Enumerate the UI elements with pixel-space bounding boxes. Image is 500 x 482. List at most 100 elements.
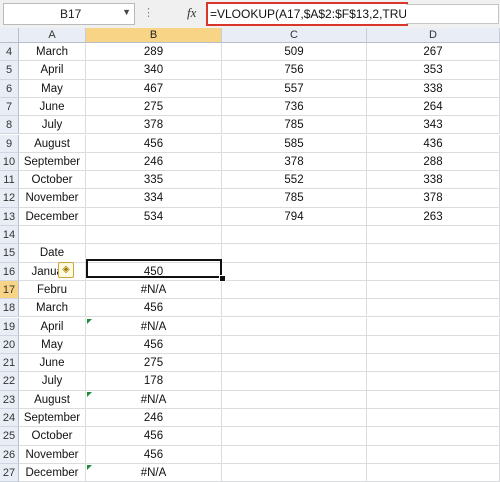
row-header-9[interactable]: 9	[0, 134, 19, 153]
row-header-6[interactable]: 6	[0, 79, 19, 98]
cell-b7[interactable]: 275	[86, 97, 222, 117]
cell-d4[interactable]: 267	[367, 43, 500, 62]
cell-a13[interactable]: December	[19, 207, 86, 226]
cell-a14[interactable]	[19, 226, 86, 245]
fill-handle[interactable]	[219, 275, 226, 282]
cell-c7[interactable]: 736	[222, 97, 367, 117]
cell-c5[interactable]: 756	[222, 61, 367, 80]
cell-c9[interactable]: 585	[222, 134, 367, 153]
cell-b26[interactable]: 456	[86, 445, 222, 464]
cell-a17[interactable]: Febru	[19, 280, 86, 300]
cell-b19[interactable]: #N/A	[86, 317, 222, 336]
cell-d17[interactable]	[367, 280, 500, 300]
cell-b6[interactable]: 467	[86, 79, 222, 98]
row-header-11[interactable]: 11	[0, 171, 19, 190]
cell-c12[interactable]: 785	[222, 189, 367, 208]
cell-a22[interactable]: July	[19, 372, 86, 391]
row-header-15[interactable]: 15	[0, 244, 19, 263]
cell-a6[interactable]: May	[19, 79, 86, 98]
cell-b9[interactable]: 456	[86, 134, 222, 153]
cell-b20[interactable]: 456	[86, 335, 222, 355]
formula-input[interactable]: =VLOOKUP(A17,$A$2:$F$13,2,TRUE)	[206, 2, 408, 26]
cell-c4[interactable]: 509	[222, 43, 367, 62]
cell-d13[interactable]: 263	[367, 207, 500, 226]
cell-d15[interactable]	[367, 244, 500, 263]
cell-d21[interactable]	[367, 354, 500, 373]
cell-d27[interactable]	[367, 463, 500, 482]
cell-d26[interactable]	[367, 445, 500, 464]
cell-d8[interactable]: 343	[367, 116, 500, 135]
cell-c16[interactable]	[222, 262, 367, 281]
cell-c8[interactable]: 785	[222, 116, 367, 135]
cell-b15[interactable]	[86, 244, 222, 263]
cell-a8[interactable]: July	[19, 116, 86, 135]
cell-b18[interactable]: 456	[86, 299, 222, 318]
cell-d9[interactable]: 436	[367, 134, 500, 153]
row-header-5[interactable]: 5	[0, 61, 19, 80]
cell-b22[interactable]: 178	[86, 372, 222, 391]
column-header-d[interactable]: D	[367, 28, 500, 43]
row-header-20[interactable]: 20	[0, 335, 19, 355]
cell-b10[interactable]: 246	[86, 152, 222, 172]
cell-d23[interactable]	[367, 390, 500, 409]
cell-d24[interactable]	[367, 409, 500, 428]
cell-c6[interactable]: 557	[222, 79, 367, 98]
name-box[interactable]: B17 ▼	[3, 3, 135, 25]
cell-d20[interactable]	[367, 335, 500, 355]
cell-a20[interactable]: May	[19, 335, 86, 355]
row-header-24[interactable]: 24	[0, 409, 19, 428]
cell-a11[interactable]: October	[19, 171, 86, 190]
cell-b11[interactable]: 335	[86, 171, 222, 190]
row-header-27[interactable]: 27	[0, 463, 19, 482]
cell-d25[interactable]	[367, 427, 500, 446]
cell-d22[interactable]	[367, 372, 500, 391]
row-header-22[interactable]: 22	[0, 372, 19, 391]
cell-d7[interactable]: 264	[367, 97, 500, 117]
cell-a24[interactable]: September	[19, 409, 86, 428]
cell-d14[interactable]	[367, 226, 500, 245]
row-header-23[interactable]: 23	[0, 390, 19, 409]
error-warning-icon[interactable]: ◈	[58, 262, 74, 278]
cell-c19[interactable]	[222, 317, 367, 336]
cell-c26[interactable]	[222, 445, 367, 464]
fx-icon[interactable]: fx	[187, 5, 196, 21]
cell-c14[interactable]	[222, 226, 367, 245]
cell-c10[interactable]: 378	[222, 152, 367, 172]
cell-a27[interactable]: December	[19, 463, 86, 482]
cell-b23[interactable]: #N/A	[86, 390, 222, 409]
row-header-7[interactable]: 7	[0, 97, 19, 117]
column-header-a[interactable]: A	[19, 28, 86, 43]
row-header-8[interactable]: 8	[0, 116, 19, 135]
column-header-c[interactable]: C	[222, 28, 367, 43]
cell-b16[interactable]: 450	[86, 262, 222, 281]
select-all-corner[interactable]	[0, 28, 19, 43]
cell-c22[interactable]	[222, 372, 367, 391]
cell-b4[interactable]: 289	[86, 43, 222, 62]
row-header-16[interactable]: 16	[0, 262, 19, 281]
cell-c15[interactable]	[222, 244, 367, 263]
cell-c20[interactable]	[222, 335, 367, 355]
cell-b5[interactable]: 340	[86, 61, 222, 80]
cell-b8[interactable]: 378	[86, 116, 222, 135]
row-header-14[interactable]: 14	[0, 226, 19, 245]
cell-d6[interactable]: 338	[367, 79, 500, 98]
row-header-17[interactable]: 17	[0, 280, 19, 300]
cell-c25[interactable]	[222, 427, 367, 446]
cell-b24[interactable]: 246	[86, 409, 222, 428]
cell-a25[interactable]: October	[19, 427, 86, 446]
cell-d19[interactable]	[367, 317, 500, 336]
cell-a7[interactable]: June	[19, 97, 86, 117]
cell-a26[interactable]: November	[19, 445, 86, 464]
cell-b13[interactable]: 534	[86, 207, 222, 226]
cell-a21[interactable]: June	[19, 354, 86, 373]
cell-c17[interactable]	[222, 280, 367, 300]
row-header-4[interactable]: 4	[0, 43, 19, 62]
cell-a5[interactable]: April	[19, 61, 86, 80]
cell-b17[interactable]: #N/A	[86, 280, 222, 300]
cell-c21[interactable]	[222, 354, 367, 373]
row-header-10[interactable]: 10	[0, 152, 19, 172]
cell-b27[interactable]: #N/A	[86, 463, 222, 482]
cell-b12[interactable]: 334	[86, 189, 222, 208]
cell-a16[interactable]: January	[19, 262, 86, 281]
row-header-21[interactable]: 21	[0, 354, 19, 373]
